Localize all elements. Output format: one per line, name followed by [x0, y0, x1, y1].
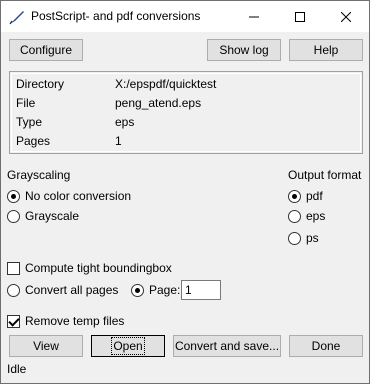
minimize-button[interactable]	[231, 1, 277, 32]
radio-indicator	[7, 209, 20, 223]
pages-value: 1	[115, 134, 122, 148]
configure-button[interactable]: Configure	[9, 39, 83, 61]
radio-label: No color conversion	[25, 189, 132, 203]
convert-all-pages-radio[interactable]: Convert all pages	[7, 282, 118, 298]
radio-label: pdf	[306, 189, 323, 203]
page-number-input[interactable]	[181, 280, 221, 300]
directory-value: X:/epspdf/quicktest	[115, 77, 217, 91]
show-log-button[interactable]: Show log	[207, 39, 281, 61]
radio-label: Page:	[149, 283, 181, 297]
grayscaling-heading: Grayscaling	[7, 168, 71, 182]
convert-and-save-button[interactable]: Convert and save...	[173, 335, 281, 357]
minimize-icon	[249, 16, 259, 17]
help-label: Help	[313, 43, 339, 57]
radio-indicator	[288, 189, 301, 203]
radio-label: Grayscale	[25, 209, 80, 223]
radio-indicator	[131, 283, 144, 297]
radio-indicator	[288, 209, 301, 223]
title-bar[interactable]: PostScript- and pdf conversions	[1, 1, 369, 32]
radio-label: Convert all pages	[25, 283, 119, 297]
grayscale-radio[interactable]: Grayscale	[7, 208, 79, 224]
file-value: peng_atend.eps	[115, 96, 202, 110]
file-info-panel: Directory X:/epspdf/quicktest File peng_…	[9, 71, 363, 154]
eps-radio[interactable]: eps	[288, 208, 325, 224]
close-button[interactable]	[323, 1, 369, 32]
view-button[interactable]: View	[9, 335, 83, 357]
file-label: File	[16, 96, 36, 110]
output-format-heading: Output format	[288, 168, 362, 182]
radio-label: ps	[306, 231, 319, 245]
single-page-radio[interactable]: Page:	[131, 282, 180, 298]
no-color-conversion-radio[interactable]: No color conversion	[7, 188, 131, 204]
directory-label: Directory	[16, 77, 65, 91]
maximize-button[interactable]	[277, 1, 323, 32]
tight-boundingbox-checkbox[interactable]: Compute tight boundingbox	[7, 260, 172, 276]
show-log-label: Show log	[219, 43, 269, 57]
view-label: View	[33, 339, 59, 353]
open-button[interactable]: Open	[91, 335, 165, 357]
checkbox-label: Compute tight boundingbox	[25, 261, 172, 275]
checkbox-indicator	[7, 261, 20, 275]
app-window: PostScript- and pdf conversions Configur…	[0, 0, 370, 384]
radio-label: eps	[306, 209, 326, 223]
radio-indicator	[7, 283, 20, 297]
ps-radio[interactable]: ps	[288, 230, 319, 246]
open-label: Open	[111, 337, 145, 355]
radio-indicator	[288, 231, 301, 245]
checkbox-indicator	[7, 314, 20, 328]
radio-indicator	[7, 189, 20, 203]
type-label: Type	[16, 115, 43, 129]
window-title: PostScript- and pdf conversions	[31, 9, 201, 23]
convert-and-save-label: Convert and save...	[174, 339, 280, 353]
type-value: eps	[115, 115, 135, 129]
help-button[interactable]: Help	[289, 39, 363, 61]
configure-label: Configure	[19, 43, 73, 57]
done-label: Done	[311, 339, 341, 353]
pdf-radio[interactable]: pdf	[288, 188, 323, 204]
pages-label: Pages	[16, 134, 51, 148]
done-button[interactable]: Done	[289, 335, 363, 357]
close-icon	[341, 11, 351, 22]
status-text: Idle	[7, 362, 27, 376]
maximize-icon	[295, 11, 305, 22]
feather-pen-icon	[9, 11, 24, 25]
remove-temp-files-checkbox[interactable]: Remove temp files	[7, 313, 124, 329]
checkbox-label: Remove temp files	[25, 314, 125, 328]
